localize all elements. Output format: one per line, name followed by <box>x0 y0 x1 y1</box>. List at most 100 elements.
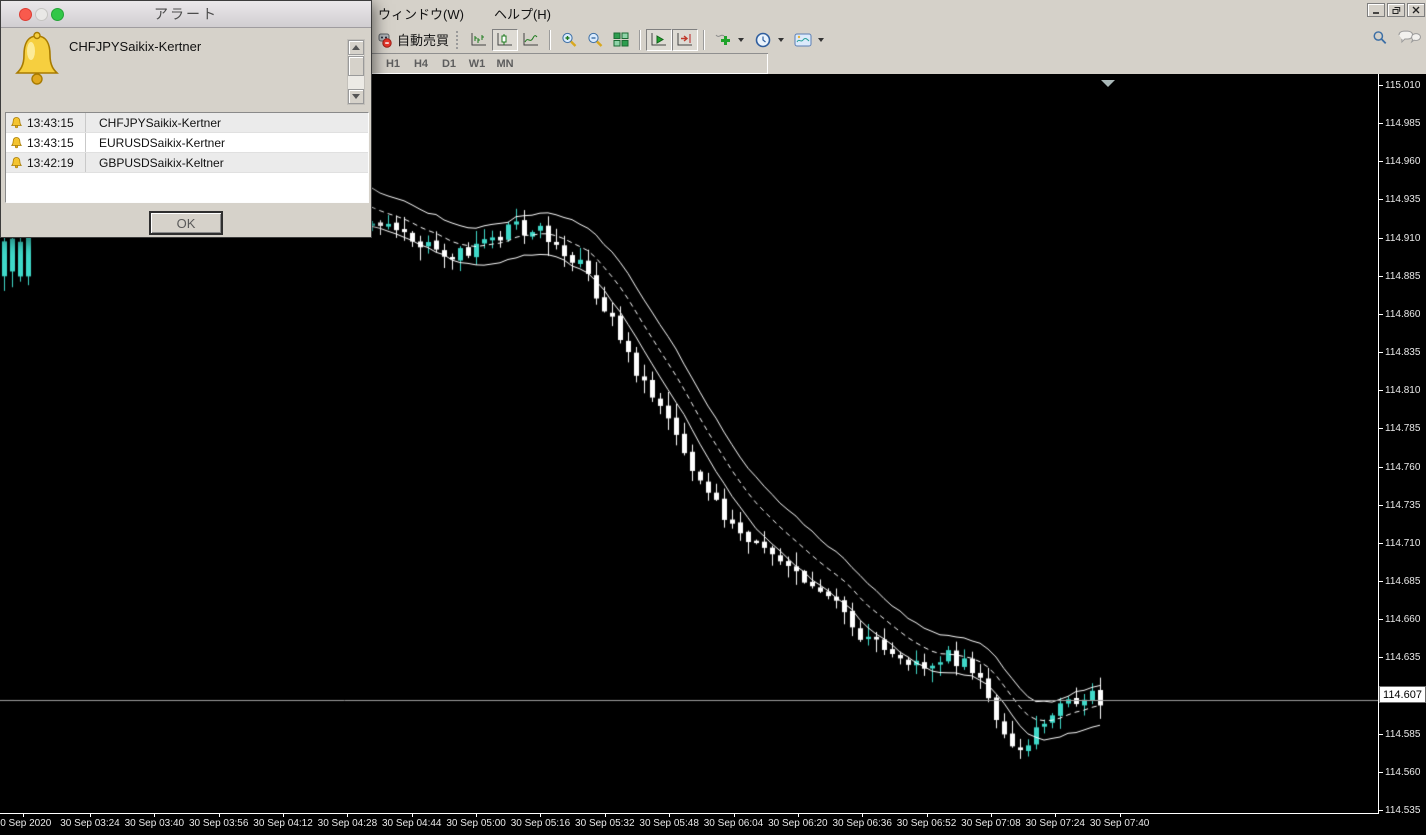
tf-button-h1[interactable]: H1 <box>381 58 405 70</box>
ok-button[interactable]: OK <box>149 211 223 235</box>
autotrade-button[interactable]: 自動売買 <box>371 29 454 51</box>
toolbar-grip[interactable] <box>456 30 462 49</box>
minimize-traffic-light[interactable] <box>35 8 48 21</box>
time-axis-tick <box>669 813 671 817</box>
time-axis-label: 30 Sep 05:48 <box>639 818 699 829</box>
scroll-up-button[interactable] <box>348 40 364 55</box>
time-axis-tick <box>990 813 992 817</box>
time-axis-tick <box>218 813 220 817</box>
restore-icon <box>1392 6 1400 14</box>
template-image-icon <box>794 33 812 46</box>
price-axis-label: 114.710 <box>1385 537 1421 549</box>
arrow-down-icon <box>352 94 360 99</box>
price-axis-label: 114.585 <box>1385 728 1421 740</box>
price-axis-label: 115.010 <box>1385 80 1421 91</box>
alert-dialog-titlebar[interactable]: アラート <box>1 1 371 28</box>
price-axis-tick <box>1378 123 1383 125</box>
tf-button-h4[interactable]: H4 <box>409 58 433 70</box>
minimize-button[interactable] <box>1367 3 1385 17</box>
bar-chart-button[interactable] <box>466 29 492 51</box>
time-axis-tick <box>283 813 285 817</box>
chart-shift-button[interactable] <box>672 28 699 51</box>
chart-shift-marker-icon[interactable] <box>1101 80 1115 87</box>
alert-message: EURUSDSaikix-Kertner <box>99 135 226 150</box>
zoom-traffic-light[interactable] <box>51 8 64 21</box>
price-axis-tick <box>1378 580 1383 582</box>
zoom-in-button[interactable] <box>556 29 582 51</box>
alert-dialog-header: CHFJPYSaikix-Kertner <box>1 29 371 111</box>
toolbar-separator <box>703 29 706 50</box>
tf-button-mn[interactable]: MN <box>493 58 517 70</box>
alert-message: GBPUSDSaikix-Keltner <box>99 155 224 170</box>
indicators-button[interactable] <box>710 29 748 51</box>
alert-list: 13:43:15 CHFJPYSaikix-Kertner 13:43:15 E… <box>5 112 369 203</box>
price-axis-label: 114.835 <box>1385 347 1421 359</box>
time-axis-border <box>0 813 1379 814</box>
time-axis-label: 30 Sep 03:24 <box>60 818 120 829</box>
search-icon[interactable] <box>1372 30 1388 46</box>
time-axis-label: 30 Sep 03:56 <box>188 818 249 829</box>
chevron-down-icon[interactable] <box>778 37 785 42</box>
price-axis-label: 114.885 <box>1385 270 1421 282</box>
price-axis-label: 114.760 <box>1385 461 1421 473</box>
price-axis-tick <box>1378 733 1383 735</box>
price-axis-label: 114.635 <box>1385 652 1421 664</box>
line-chart-button[interactable] <box>518 29 544 51</box>
close-traffic-light[interactable] <box>19 8 32 21</box>
scrollbar-thumb[interactable] <box>348 56 364 76</box>
auto-scroll-button[interactable] <box>646 28 673 51</box>
alert-time: 13:43:15 <box>27 135 74 150</box>
price-axis-tick <box>1378 237 1383 239</box>
price-axis-label: 114.910 <box>1385 232 1421 244</box>
close-button[interactable] <box>1407 3 1425 17</box>
autotrade-robot-icon <box>378 33 392 48</box>
candlestick-chart-button[interactable] <box>492 28 519 51</box>
time-axis-label: 30 Sep 07:40 <box>1089 818 1150 829</box>
dialog-scrollbar[interactable] <box>347 39 365 105</box>
chevron-down-icon[interactable] <box>818 37 825 42</box>
tile-windows-icon <box>613 32 629 47</box>
time-axis-tick <box>926 813 928 817</box>
time-axis-label: 30 Sep 04:12 <box>253 818 313 829</box>
periods-clock-icon <box>755 32 771 47</box>
window-controls <box>1367 3 1425 17</box>
templates-button[interactable] <box>790 29 828 51</box>
time-axis-tick <box>862 813 864 817</box>
bell-icon <box>11 157 22 169</box>
zoom-out-button[interactable] <box>582 29 608 51</box>
zoom-in-icon <box>561 32 576 47</box>
alert-list-row[interactable]: 13:42:19 GBPUSDSaikix-Keltner <box>6 153 368 173</box>
chevron-down-icon[interactable] <box>738 37 745 42</box>
alert-list-row[interactable]: 13:43:15 EURUSDSaikix-Kertner <box>6 133 368 153</box>
price-axis-label: 114.685 <box>1385 575 1421 587</box>
tile-windows-button[interactable] <box>608 29 634 51</box>
time-axis-tick <box>604 813 606 817</box>
price-axis-label: 114.560 <box>1385 766 1421 778</box>
restore-button[interactable] <box>1387 3 1405 17</box>
bell-icon <box>11 137 22 149</box>
menu-help[interactable]: ヘルプ(H) <box>494 4 551 23</box>
chart-shift-icon <box>677 33 693 46</box>
price-axis-tick <box>1378 428 1383 430</box>
alert-bell-icon <box>15 31 59 85</box>
tf-button-w1[interactable]: W1 <box>465 58 489 70</box>
time-axis-label: 30 Sep 05:16 <box>510 818 571 829</box>
tf-button-d1[interactable]: D1 <box>437 58 461 70</box>
price-axis-tick <box>1378 809 1383 811</box>
price-axis-label: 114.935 <box>1385 194 1421 206</box>
scroll-down-button[interactable] <box>348 89 364 104</box>
auto-scroll-icon <box>651 33 667 46</box>
menu-window[interactable]: ウィンドウ(W) <box>378 4 464 23</box>
periods-button[interactable] <box>750 29 788 51</box>
time-axis-tick <box>1119 813 1121 817</box>
time-axis-label: 30 Sep 05:32 <box>575 818 635 829</box>
time-axis-label: 30 Sep 06:20 <box>768 818 828 829</box>
alert-message: CHFJPYSaikix-Kertner <box>99 115 222 130</box>
time-axis-tick <box>540 813 542 817</box>
time-axis-tick <box>476 813 478 817</box>
alert-list-row[interactable]: 13:43:15 CHFJPYSaikix-Kertner <box>6 113 368 133</box>
price-axis-label: 114.860 <box>1385 308 1421 320</box>
chat-icon[interactable] <box>1397 30 1426 46</box>
price-axis-label: 114.985 <box>1385 118 1421 130</box>
minimize-icon <box>1373 12 1379 14</box>
